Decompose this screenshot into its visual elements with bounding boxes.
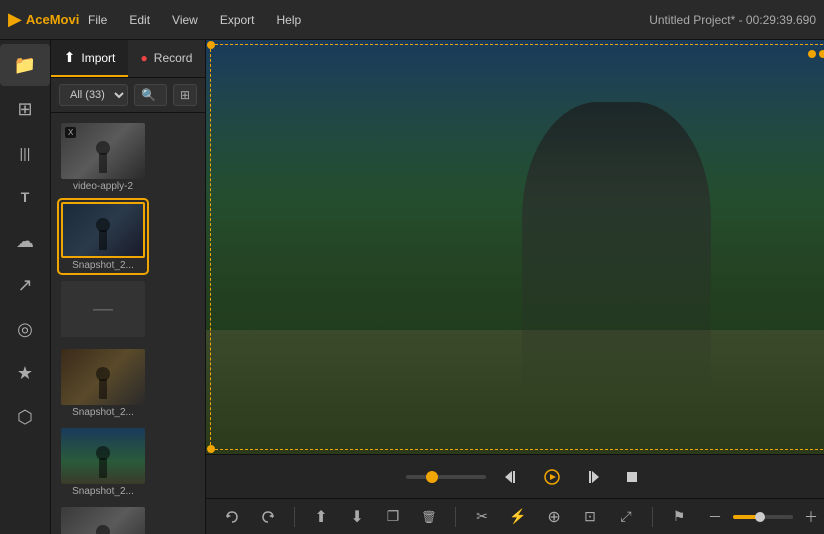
expand-button[interactable]: ⤢	[612, 503, 640, 531]
media-item-label: video-apply-2	[61, 181, 145, 192]
logo-icon: ▶	[8, 9, 22, 30]
media-thumbnail	[61, 428, 145, 484]
list-item[interactable]: Snapshot_2...	[59, 200, 147, 273]
figure-silhouette	[93, 525, 113, 534]
effects-icon: ☁	[16, 231, 34, 252]
figure-silhouette	[93, 141, 113, 173]
logo: ▶ AceMovi	[8, 9, 78, 30]
preview-panel: ⬆ ⬇ ❐ 🗑 ✂ ⚡ ⊕ ⊡ ⤢ ⚑ － ＋	[206, 40, 824, 534]
media-thumbnail	[61, 202, 145, 258]
figure-silhouette	[93, 367, 113, 399]
sidebar: 📁 ⊞ ||| T ☁ ↗ ◎ ★ ⬡	[0, 40, 51, 534]
sidebar-item-keyframe[interactable]: ⬡	[0, 396, 50, 438]
toolbar-separator	[294, 507, 295, 527]
cut-button[interactable]: ✂	[468, 503, 496, 531]
list-item[interactable]: Snapshot_2...	[59, 426, 147, 499]
menu-view[interactable]: View	[162, 9, 208, 31]
star-icon: ★	[17, 363, 33, 384]
grid-icon: ⊞	[180, 88, 190, 102]
sidebar-item-filter[interactable]: ◎	[0, 308, 50, 350]
list-item[interactable]: Snapshot_2...	[59, 347, 147, 420]
preview-background	[206, 40, 824, 454]
sidebar-item-effects[interactable]: ☁	[0, 220, 50, 262]
toolbar-separator3	[652, 507, 653, 527]
figure-silhouette	[93, 218, 113, 250]
timeline-thumb[interactable]	[426, 471, 438, 483]
topbar: ▶ AceMovi File Edit View Export Help Unt…	[0, 0, 824, 40]
import-icon: ⬆	[64, 49, 76, 66]
media-thumbnail	[61, 507, 145, 534]
keyframe-icon: ⬡	[17, 407, 33, 428]
overlay-dots	[808, 50, 824, 58]
sidebar-item-audio[interactable]: |||	[0, 132, 50, 174]
undo-button[interactable]	[218, 503, 246, 531]
media-item-label: Snapshot_2...	[61, 260, 145, 271]
filter-icon: ◎	[17, 319, 33, 340]
media-thumbnail	[61, 349, 145, 405]
sidebar-item-favorites[interactable]: ★	[0, 352, 50, 394]
zoom-control: － ＋	[701, 503, 824, 531]
audio-icon: |||	[20, 145, 31, 161]
rewind-button[interactable]	[498, 463, 526, 491]
overlay-dot-orange2	[819, 50, 824, 58]
toolbar-separator2	[455, 507, 456, 527]
media-panel: ⬆ Import ● Record All (33) 🔍 ⊞	[51, 40, 206, 534]
zoom-out-button[interactable]: －	[701, 503, 729, 531]
zoom-thumb[interactable]	[755, 512, 765, 522]
search-box[interactable]: 🔍	[134, 84, 167, 106]
media-thumbnail: X	[61, 123, 145, 179]
zoom-slider[interactable]	[733, 515, 793, 519]
preview-viewport	[206, 40, 824, 454]
flash-button[interactable]: ⚡	[504, 503, 532, 531]
tab-import[interactable]: ⬆ Import	[51, 40, 128, 77]
overlay-dot-orange	[808, 50, 816, 58]
window-title: Untitled Project* - 00:29:39.690	[649, 13, 816, 27]
crop-button[interactable]: ⊡	[576, 503, 604, 531]
grid-view-toggle[interactable]: ⊞	[173, 84, 197, 106]
search-icon: 🔍	[141, 88, 156, 102]
media-item-label: Snapshot_2...	[61, 486, 145, 497]
import-button[interactable]: ⬆	[307, 503, 335, 531]
main-area: 📁 ⊞ ||| T ☁ ↗ ◎ ★ ⬡ ⬆ I	[0, 40, 824, 534]
list-item[interactable]: X video-apply-2	[59, 121, 147, 194]
export-button[interactable]: ⬇	[343, 503, 371, 531]
sidebar-item-media[interactable]: 📁	[0, 44, 50, 86]
stop-button[interactable]	[618, 463, 646, 491]
redo-button[interactable]	[254, 503, 282, 531]
preview-controls	[206, 454, 824, 498]
panel-tabs: ⬆ Import ● Record	[51, 40, 205, 78]
play-button[interactable]	[538, 463, 566, 491]
delete-button[interactable]: 🗑	[415, 503, 443, 531]
filter-bar: All (33) 🔍 ⊞	[51, 78, 205, 113]
sidebar-item-text[interactable]: T	[0, 176, 50, 218]
tab-record[interactable]: ● Record	[128, 40, 205, 77]
media-grid: X video-apply-2 Snapshot_2... —	[51, 113, 205, 534]
menu-help[interactable]: Help	[267, 9, 312, 31]
flag-button[interactable]: ⚑	[665, 503, 693, 531]
forward-button[interactable]	[578, 463, 606, 491]
zoom-in-button[interactable]: ＋	[797, 503, 824, 531]
list-item[interactable]: Snapshot_2...	[59, 505, 147, 534]
media-filter-select[interactable]: All (33)	[59, 84, 128, 106]
layers-icon: ⊞	[17, 99, 32, 120]
media-item-label: Snapshot_2...	[61, 407, 145, 418]
add-button[interactable]: ⊕	[540, 503, 568, 531]
menu-export[interactable]: Export	[210, 9, 265, 31]
sidebar-item-layers[interactable]: ⊞	[0, 88, 50, 130]
copy-button[interactable]: ❐	[379, 503, 407, 531]
timeline-slider[interactable]	[406, 475, 486, 479]
menu-file[interactable]: File	[78, 9, 117, 31]
transition-icon: ↗	[17, 275, 32, 296]
list-item[interactable]: —	[59, 279, 147, 341]
sidebar-item-transition[interactable]: ↗	[0, 264, 50, 306]
figure-silhouette	[93, 446, 113, 478]
record-icon: ●	[141, 51, 148, 65]
media-thumbnail: —	[61, 281, 145, 337]
menu-edit[interactable]: Edit	[119, 9, 160, 31]
folder-icon: 📁	[14, 55, 36, 76]
bottom-toolbar: ⬆ ⬇ ❐ 🗑 ✂ ⚡ ⊕ ⊡ ⤢ ⚑ － ＋	[206, 498, 824, 534]
logo-text: AceMovi	[26, 12, 79, 27]
menu-bar: File Edit View Export Help	[78, 9, 649, 31]
text-icon: T	[21, 189, 30, 205]
